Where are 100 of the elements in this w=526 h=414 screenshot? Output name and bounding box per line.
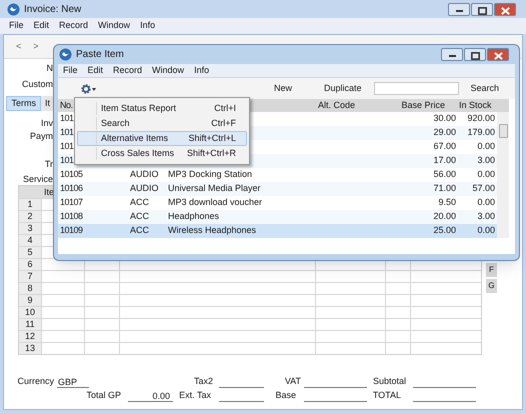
- side-tab[interactable]: G: [486, 279, 497, 293]
- side-tab[interactable]: F: [486, 263, 497, 277]
- grid-cell[interactable]: [315, 294, 385, 306]
- column-header: Alt. Code: [317, 99, 356, 112]
- minimize-button[interactable]: [448, 2, 470, 16]
- grid-cell[interactable]: [41, 330, 84, 342]
- field-label: Custom: [22, 78, 53, 90]
- input-field[interactable]: GBP: [57, 376, 89, 388]
- scroll-bar[interactable]: [497, 112, 509, 238]
- grid-cell[interactable]: [385, 294, 410, 306]
- minimize-icon: [456, 10, 462, 12]
- nav-button[interactable]: >: [31, 40, 41, 54]
- row-number: 3: [19, 222, 41, 234]
- grid-cell[interactable]: [119, 318, 315, 330]
- close-icon: [500, 6, 510, 14]
- grid-cell[interactable]: [41, 282, 84, 294]
- grid-cell[interactable]: [315, 282, 385, 294]
- grid-cell[interactable]: [84, 330, 119, 342]
- gear-icon[interactable]: [80, 82, 98, 94]
- maximize-button[interactable]: [471, 2, 493, 16]
- menu-item[interactable]: Info: [189, 64, 214, 78]
- row-number: 7: [19, 270, 41, 282]
- field-label: Currency: [16, 374, 54, 388]
- menu-item[interactable]: Record: [54, 19, 94, 33]
- input-field[interactable]: 0.00: [128, 390, 173, 402]
- menu-item[interactable]: Record: [108, 64, 148, 78]
- field-label: Ext. Tax: [178, 388, 211, 402]
- grid-cell[interactable]: [410, 306, 481, 318]
- app-icon: [59, 48, 72, 61]
- menu-item[interactable]: Info: [135, 19, 160, 33]
- grid-cell[interactable]: [41, 294, 84, 306]
- grid-cell[interactable]: [84, 270, 119, 282]
- grid-cell[interactable]: [385, 282, 410, 294]
- grid-cell[interactable]: [41, 270, 84, 282]
- menu-item[interactable]: File: [4, 19, 29, 33]
- menu-item[interactable]: File: [58, 64, 83, 78]
- grid-cell[interactable]: [119, 306, 315, 318]
- field-label: TOTAL: [372, 388, 401, 402]
- row-number: 5: [19, 246, 41, 258]
- table-cell-text: ACC: [129, 196, 150, 210]
- menu-item[interactable]: Alternative Items Shift+Ctrl+L: [77, 131, 247, 146]
- grid-cell[interactable]: [84, 306, 119, 318]
- field-label: Subtotal: [372, 374, 406, 388]
- table-row[interactable]: 10109 ACC Wireless Headphones 25.00 0.00: [58, 224, 497, 238]
- menu-item[interactable]: Edit: [82, 64, 108, 78]
- grid-cell[interactable]: [315, 270, 385, 282]
- table-cell-text: AUDIO: [129, 168, 159, 182]
- grid-cell[interactable]: [315, 342, 385, 354]
- table-cell-text: 0.00: [477, 140, 496, 154]
- table-row[interactable]: 10106 AUDIO Universal Media Player 71.00 57.00: [58, 182, 497, 196]
- grid-cell[interactable]: [315, 306, 385, 318]
- field-label: Inv: [40, 117, 53, 129]
- grid-cell[interactable]: [119, 282, 315, 294]
- grid-cell[interactable]: [84, 342, 119, 354]
- maximize-button[interactable]: [464, 48, 486, 61]
- grid-cell[interactable]: [119, 294, 315, 306]
- tab[interactable]: Terms: [6, 96, 41, 111]
- new-button[interactable]: New: [274, 82, 292, 96]
- table-cell-text: AUDIO: [129, 182, 159, 196]
- menu-item[interactable]: Window: [93, 19, 136, 33]
- grid-cell[interactable]: [410, 294, 481, 306]
- grid-cell[interactable]: [315, 330, 385, 342]
- grid-cell[interactable]: [410, 318, 481, 330]
- close-button[interactable]: [494, 2, 516, 16]
- app-icon: [7, 2, 20, 16]
- table-row[interactable]: 10105 AUDIO MP3 Docking Station 56.00 0.00: [58, 168, 497, 182]
- scroll-thumb[interactable]: [498, 124, 508, 138]
- grid-cell[interactable]: [410, 282, 481, 294]
- minimize-icon: [448, 55, 456, 57]
- close-button[interactable]: [487, 48, 509, 61]
- search-button[interactable]: Search: [470, 82, 500, 96]
- grid-cell[interactable]: [119, 342, 315, 354]
- table-cell-text: 101: [59, 154, 74, 168]
- row-number: 2: [19, 210, 41, 222]
- minimize-button[interactable]: [441, 48, 463, 61]
- grid-cell[interactable]: [385, 318, 410, 330]
- grid-cell[interactable]: [385, 306, 410, 318]
- grid-cell[interactable]: [119, 330, 315, 342]
- menu-item[interactable]: Edit: [28, 19, 54, 33]
- grid-cell[interactable]: [84, 318, 119, 330]
- grid-cell[interactable]: [41, 318, 84, 330]
- menu-item[interactable]: Window: [147, 64, 190, 78]
- duplicate-button[interactable]: Duplicate: [324, 82, 362, 96]
- grid-cell[interactable]: [385, 342, 410, 354]
- field-label: Service: [22, 173, 53, 185]
- grid-cell[interactable]: [84, 294, 119, 306]
- table-row[interactable]: 10108 ACC Headphones 20.00 3.00: [58, 210, 497, 224]
- grid-cell[interactable]: [41, 306, 84, 318]
- grid-cell[interactable]: [385, 270, 410, 282]
- grid-cell[interactable]: [410, 270, 481, 282]
- grid-cell[interactable]: [41, 342, 84, 354]
- grid-cell[interactable]: [385, 330, 410, 342]
- nav-button[interactable]: <: [14, 40, 24, 54]
- grid-cell[interactable]: [119, 270, 315, 282]
- field-label: Base: [274, 388, 296, 402]
- search-field[interactable]: [374, 82, 459, 95]
- grid-cell[interactable]: [84, 282, 119, 294]
- grid-cell[interactable]: [410, 330, 481, 342]
- grid-cell[interactable]: [315, 318, 385, 330]
- grid-cell[interactable]: [410, 342, 481, 354]
